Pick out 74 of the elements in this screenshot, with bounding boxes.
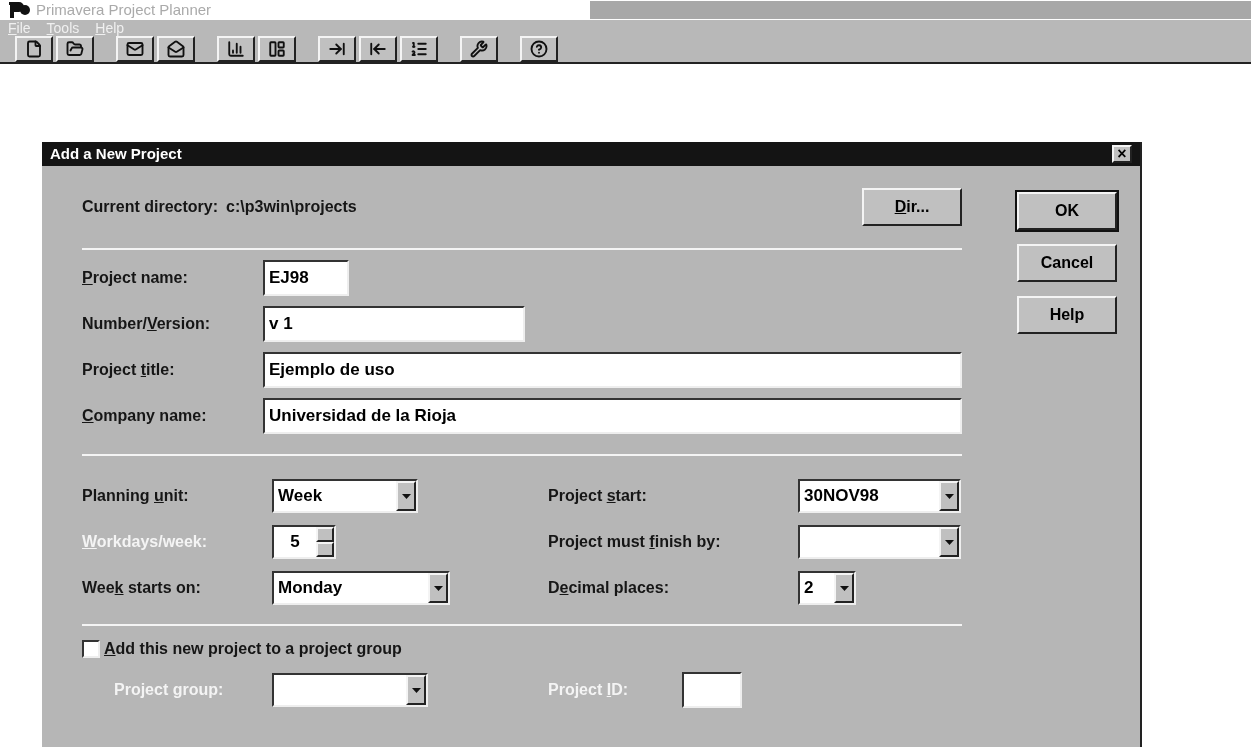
checkbox-label[interactable]: Add this new project to a project group xyxy=(104,637,402,661)
dropdown-value: Monday xyxy=(278,577,343,600)
caret-icon xyxy=(944,539,954,545)
toolbar-button[interactable] xyxy=(258,36,296,62)
dialog-button[interactable]: OK xyxy=(1017,192,1117,230)
project-id-field[interactable] xyxy=(682,672,742,708)
field-label: Project ID: xyxy=(548,681,629,698)
dropdown-value: 2 xyxy=(804,577,814,600)
dropdown[interactable]: Monday xyxy=(272,571,450,605)
dropdown-arrow-button[interactable] xyxy=(428,573,448,603)
toolbar-button[interactable] xyxy=(56,36,94,62)
open-envelope-icon xyxy=(167,40,185,58)
checkbox[interactable] xyxy=(82,640,100,658)
dialog-title: Add a New Project xyxy=(50,143,182,164)
dialog-button[interactable]: Cancel xyxy=(1017,244,1117,282)
toolbar-button[interactable] xyxy=(116,36,154,62)
text-field[interactable]: Universidad de la Rioja xyxy=(263,398,962,434)
field-label: Company name: xyxy=(82,406,208,426)
text-field[interactable]: v 1 xyxy=(263,306,525,342)
field-label: Project start: xyxy=(548,486,648,506)
dialog-button[interactable]: Help xyxy=(1017,296,1117,334)
caret-icon xyxy=(433,585,443,591)
spin-down-button[interactable] xyxy=(316,542,334,557)
dropdown[interactable]: 30NOV98 xyxy=(798,479,961,513)
text-field[interactable]: EJ98 xyxy=(263,260,349,296)
dropdown-arrow-button[interactable] xyxy=(396,481,416,511)
dropdown[interactable]: Week xyxy=(272,479,418,513)
toolbar-button[interactable] xyxy=(15,36,53,62)
dropdown-value: 30NOV98 xyxy=(804,485,879,508)
close-button[interactable]: × xyxy=(1112,145,1132,163)
toolbar-button[interactable] xyxy=(217,36,255,62)
dropdown-arrow-button[interactable] xyxy=(939,527,959,557)
field-label: Project must finish by: xyxy=(548,532,722,552)
field-label: Workdays/week: xyxy=(82,532,209,552)
field-label: Project title: xyxy=(82,360,176,380)
dir-button[interactable]: Dir... xyxy=(862,188,962,226)
spinner-value: 5 xyxy=(290,531,300,554)
numbered-list-icon xyxy=(410,40,428,58)
directory-label: Current directory: xyxy=(82,197,219,217)
field-label: Week starts on: xyxy=(82,578,202,598)
dropdown-arrow-button[interactable] xyxy=(834,573,854,603)
dropdown[interactable] xyxy=(798,525,961,559)
toolbar-button[interactable] xyxy=(157,36,195,62)
caret-icon xyxy=(839,585,849,591)
window-icon xyxy=(268,40,286,58)
caret-icon xyxy=(944,493,954,499)
logo-icon xyxy=(8,1,32,19)
field-label: Decimal places: xyxy=(548,578,670,598)
field-label: Planning unit: xyxy=(82,486,190,506)
help-icon xyxy=(530,40,548,58)
new-file-icon xyxy=(25,40,43,58)
chart-icon xyxy=(227,40,245,58)
toolbar-button[interactable] xyxy=(520,36,558,62)
envelope-icon xyxy=(126,40,144,58)
field-label: Project name: xyxy=(82,268,189,288)
toolbar-button[interactable] xyxy=(318,36,356,62)
text-field[interactable]: Ejemplo de uso xyxy=(263,352,962,388)
spin-up-button[interactable] xyxy=(316,527,334,542)
dropdown-arrow-button[interactable] xyxy=(406,675,426,705)
dropdown-arrow-button[interactable] xyxy=(939,481,959,511)
folder-icon xyxy=(66,40,84,58)
dropdown-value: Week xyxy=(278,485,323,508)
app-title: Primavera Project Planner xyxy=(36,0,212,20)
field-label: Project group: xyxy=(114,681,224,698)
caret-icon xyxy=(411,687,421,693)
toolbar-button[interactable] xyxy=(460,36,498,62)
wrench-icon xyxy=(470,40,488,58)
toolbar-button[interactable] xyxy=(400,36,438,62)
field-label: Number/Version: xyxy=(82,314,212,334)
toolbar-button[interactable] xyxy=(359,36,397,62)
directory-path: c:\p3win\projects xyxy=(226,197,357,217)
caret-icon xyxy=(401,493,411,499)
dropdown[interactable] xyxy=(272,673,428,707)
dropdown[interactable]: 2 xyxy=(798,571,856,605)
